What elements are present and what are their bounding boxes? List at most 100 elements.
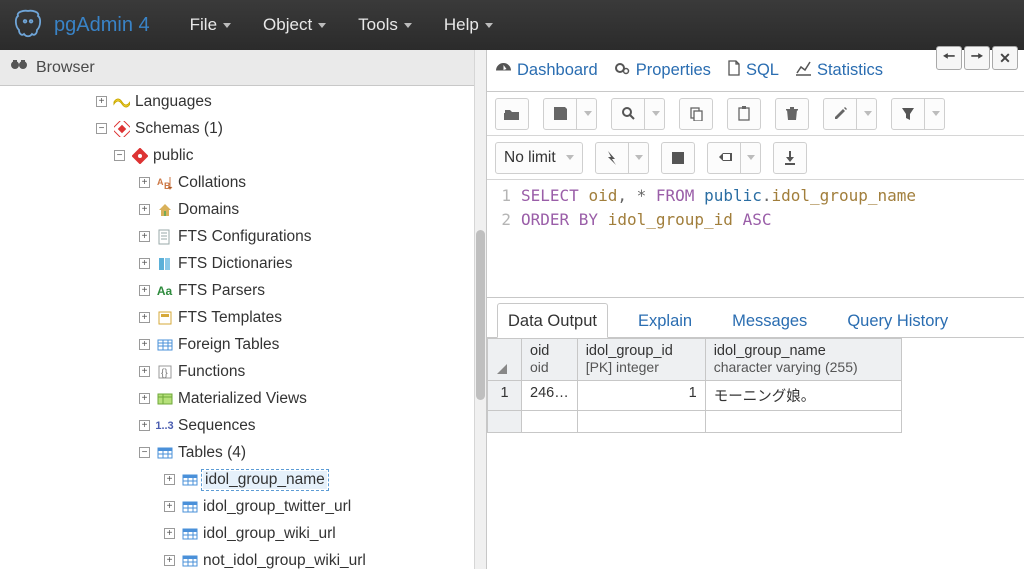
tree-node-fts-parsers[interactable]: + Aa FTS Parsers	[96, 277, 486, 304]
fts-dict-icon	[156, 255, 173, 272]
table-row[interactable]: 1 246… 1 モーニング娘。	[488, 381, 902, 411]
caret-down-icon	[318, 23, 326, 28]
find-dropdown[interactable]	[645, 98, 665, 130]
filter-button[interactable]	[891, 98, 925, 130]
sql-code[interactable]: SELECT oid, * FROM public.idol_group_nam…	[521, 184, 1024, 293]
edit-button[interactable]	[823, 98, 857, 130]
tab-query-history[interactable]: Query History	[837, 304, 958, 337]
sequences-icon: 1..3	[156, 417, 173, 434]
execute-dropdown[interactable]	[629, 142, 649, 174]
menu-items: File Object Tools Help	[190, 15, 493, 35]
languages-icon	[113, 93, 130, 110]
tree-node-fts-dicts[interactable]: + FTS Dictionaries	[96, 250, 486, 277]
nav-forward-button[interactable]: 🠖	[964, 46, 990, 70]
browser-title: Browser	[36, 59, 95, 77]
menu-tools[interactable]: Tools	[358, 15, 412, 35]
expand-icon[interactable]: +	[139, 339, 150, 350]
download-button[interactable]	[773, 142, 807, 174]
tree-node-table-idol-group-name[interactable]: + idol_group_name	[96, 466, 486, 493]
main-area: Browser + Languages − Schemas (1) − publ…	[0, 50, 1024, 569]
expand-icon[interactable]: +	[139, 231, 150, 242]
tree-node-table-idol-group-wiki-url[interactable]: + idol_group_wiki_url	[96, 520, 486, 547]
expand-icon[interactable]: +	[139, 312, 150, 323]
cell-idol-group-name[interactable]: モーニング娘。	[705, 381, 901, 411]
stop-button[interactable]	[661, 142, 695, 174]
clear-dropdown[interactable]	[741, 142, 761, 174]
table-row-empty[interactable]	[488, 411, 902, 433]
query-toolbar	[487, 92, 1024, 136]
col-header-idol-group-id[interactable]: idol_group_id[PK] integer	[577, 339, 705, 381]
tab-properties[interactable]: Properties	[614, 61, 711, 87]
expand-icon[interactable]: +	[139, 366, 150, 377]
grid-corner[interactable]	[488, 339, 522, 381]
scrollbar[interactable]	[474, 50, 486, 569]
gears-icon	[614, 61, 631, 81]
expand-icon[interactable]: +	[139, 258, 150, 269]
expand-icon[interactable]: +	[139, 393, 150, 404]
find-button[interactable]	[611, 98, 645, 130]
execute-button[interactable]	[595, 142, 629, 174]
tree-node-schemas[interactable]: − Schemas (1)	[96, 115, 486, 142]
collapse-icon[interactable]: −	[96, 123, 107, 134]
save-button[interactable]	[543, 98, 577, 130]
tree-node-fts-configs[interactable]: + FTS Configurations	[96, 223, 486, 250]
menu-file[interactable]: File	[190, 15, 231, 35]
expand-icon[interactable]: +	[164, 555, 175, 566]
close-button[interactable]: ✕	[992, 46, 1018, 70]
save-dropdown[interactable]	[577, 98, 597, 130]
tree-node-tables[interactable]: − Tables (4)	[96, 439, 486, 466]
tab-dashboard[interactable]: Dashboard	[495, 61, 598, 87]
tree-node-domains[interactable]: + Domains	[96, 196, 486, 223]
expand-icon[interactable]: +	[164, 528, 175, 539]
tree-node-languages[interactable]: + Languages	[96, 88, 486, 115]
delete-button[interactable]	[775, 98, 809, 130]
expand-icon[interactable]: +	[164, 501, 175, 512]
tree-node-public[interactable]: − public	[96, 142, 486, 169]
expand-icon[interactable]: +	[139, 204, 150, 215]
tab-explain[interactable]: Explain	[628, 304, 702, 337]
sql-editor[interactable]: 12 SELECT oid, * FROM public.idol_group_…	[487, 180, 1024, 298]
tree-node-mat-views[interactable]: + Materialized Views	[96, 385, 486, 412]
col-header-oid[interactable]: oidoid	[522, 339, 578, 381]
collapse-icon[interactable]: −	[139, 447, 150, 458]
caret-down-icon	[404, 23, 412, 28]
app-title: pgAdmin 4	[54, 14, 150, 37]
tree-node-sequences[interactable]: + 1..3 Sequences	[96, 412, 486, 439]
paste-button[interactable]	[727, 98, 761, 130]
menu-object[interactable]: Object	[263, 15, 326, 35]
filter-dropdown[interactable]	[925, 98, 945, 130]
copy-button[interactable]	[679, 98, 713, 130]
clear-button[interactable]	[707, 142, 741, 174]
cell-oid[interactable]: 246…	[522, 381, 578, 411]
app-logo: pgAdmin 4	[12, 8, 150, 43]
tree-node-functions[interactable]: + {} Functions	[96, 358, 486, 385]
object-tree[interactable]: + Languages − Schemas (1) − public + AB …	[0, 86, 486, 569]
tree-node-table-not-idol-group-wiki-url[interactable]: + not_idol_group_wiki_url	[96, 547, 486, 569]
expand-icon[interactable]: +	[139, 420, 150, 431]
cell-idol-group-id[interactable]: 1	[577, 381, 705, 411]
col-header-idol-group-name[interactable]: idol_group_namecharacter varying (255)	[705, 339, 901, 381]
tree-node-table-idol-group-twitter-url[interactable]: + idol_group_twitter_url	[96, 493, 486, 520]
open-file-button[interactable]	[495, 98, 529, 130]
limit-dropdown[interactable]: No limit	[495, 142, 583, 174]
tab-sql[interactable]: SQL	[727, 60, 779, 87]
tree-node-collations[interactable]: + AB Collations	[96, 169, 486, 196]
tab-data-output[interactable]: Data Output	[497, 303, 608, 338]
tree-node-fts-templates[interactable]: + FTS Templates	[96, 304, 486, 331]
collapse-icon[interactable]: −	[114, 150, 125, 161]
expand-icon[interactable]: +	[164, 474, 175, 485]
table-icon	[181, 552, 198, 569]
tab-messages[interactable]: Messages	[722, 304, 817, 337]
edit-dropdown[interactable]	[857, 98, 877, 130]
expand-icon[interactable]: +	[96, 96, 107, 107]
menu-help[interactable]: Help	[444, 15, 493, 35]
tab-statistics[interactable]: Statistics	[795, 61, 883, 87]
expand-icon[interactable]: +	[139, 177, 150, 188]
data-grid[interactable]: oidoid idol_group_id[PK] integer idol_gr…	[487, 338, 1024, 569]
expand-icon[interactable]: +	[139, 285, 150, 296]
nav-back-button[interactable]: 🠔	[936, 46, 962, 70]
row-number[interactable]: 1	[488, 381, 522, 411]
fts-parser-icon: Aa	[156, 282, 173, 299]
scrollbar-thumb[interactable]	[476, 230, 485, 400]
tree-node-foreign-tables[interactable]: + Foreign Tables	[96, 331, 486, 358]
